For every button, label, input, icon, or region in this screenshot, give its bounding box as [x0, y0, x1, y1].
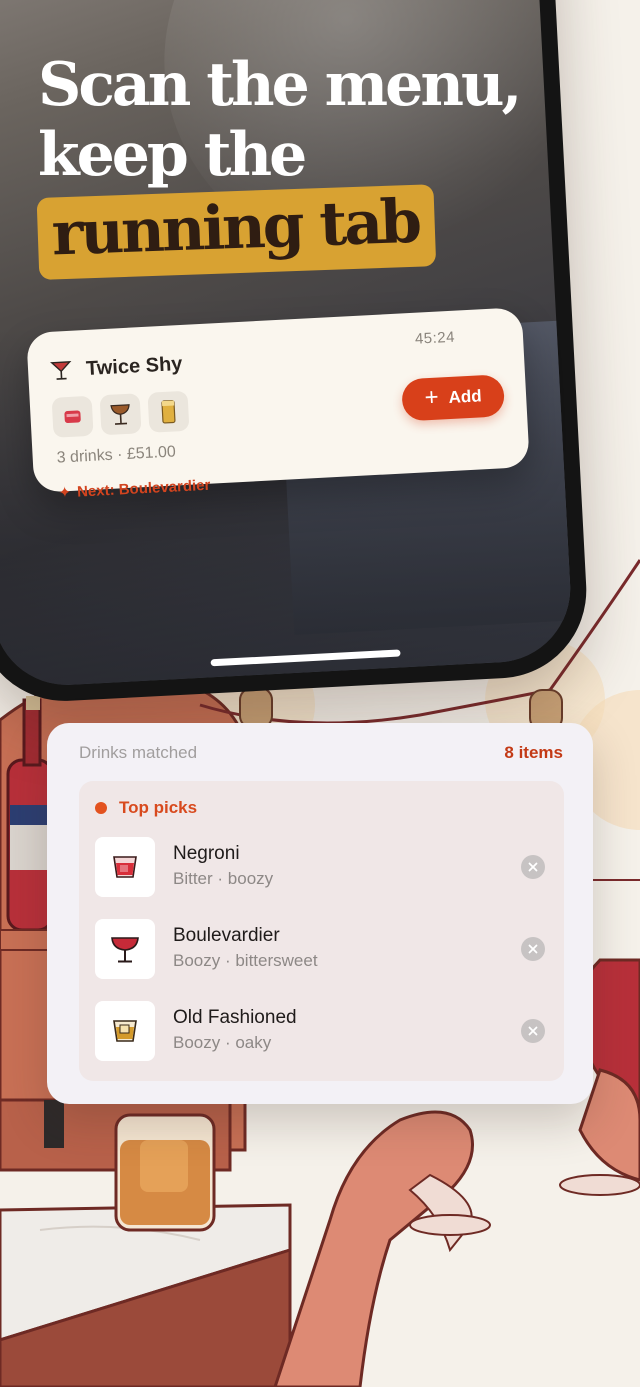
top-picks-section: Top picks Negroni Bitter · boozy Bouleva…	[79, 781, 564, 1081]
close-icon	[528, 862, 538, 872]
remove-drink-button[interactable]	[521, 1019, 545, 1043]
headline-line-1: Scan the menu,	[38, 50, 522, 120]
coupe-glass-icon	[99, 393, 142, 436]
drinks-matched-panel: Drinks matched 8 items Top picks Negroni…	[47, 723, 593, 1104]
tab-summary: 3 drinks · £51.00	[56, 443, 177, 467]
highball-glass-icon	[147, 390, 190, 433]
drink-name: Old Fashioned	[173, 1007, 297, 1028]
live-tab-card[interactable]: Twice Shy 45:24 3 drinks · £51.00 ✦ Next:…	[26, 307, 530, 502]
coupe-glass-icon	[95, 919, 155, 979]
headline-line-2: keep the	[38, 120, 307, 190]
negroni-glass-icon	[51, 395, 94, 438]
top-picks-label: Top picks	[95, 798, 197, 818]
drink-item[interactable]: Boulevardier Boozy · bittersweet	[95, 919, 550, 979]
drink-name: Negroni	[173, 843, 240, 864]
drink-item[interactable]: Old Fashioned Boozy · oaky	[95, 1001, 550, 1061]
rocks-glass-red-icon	[95, 837, 155, 897]
headline: Scan the menu, keep the running tab	[36, 50, 522, 280]
rocks-glass-amber-icon	[95, 1001, 155, 1061]
panel-title: Drinks matched	[79, 743, 198, 762]
drink-item[interactable]: Negroni Bitter · boozy	[95, 837, 550, 897]
remove-drink-button[interactable]	[521, 937, 545, 961]
venue-name: Twice Shy	[85, 352, 183, 380]
drink-description: Boozy · bittersweet	[173, 951, 318, 970]
headline-highlight: running tab	[36, 184, 437, 280]
status-dot-icon	[95, 802, 107, 814]
add-button-label: Add	[448, 386, 483, 408]
remove-drink-button[interactable]	[521, 855, 545, 879]
app-store-screenshot: Scan the menu, keep the running tab Twic…	[0, 0, 640, 1387]
drink-description: Boozy · oaky	[173, 1033, 272, 1052]
tab-timer: 45:24	[414, 328, 456, 348]
matched-count[interactable]: 8 items	[504, 743, 563, 763]
drink-name: Boulevardier	[173, 925, 280, 946]
drink-description: Bitter · boozy	[173, 869, 274, 888]
plus-icon: +	[423, 383, 440, 412]
close-icon	[528, 1026, 538, 1036]
cocktail-glass-icon	[50, 361, 72, 380]
drink-thumbnails	[51, 390, 190, 438]
sparkle-icon: ✦	[58, 483, 72, 502]
add-drink-button[interactable]: + Add	[401, 374, 506, 422]
close-icon	[528, 944, 538, 954]
